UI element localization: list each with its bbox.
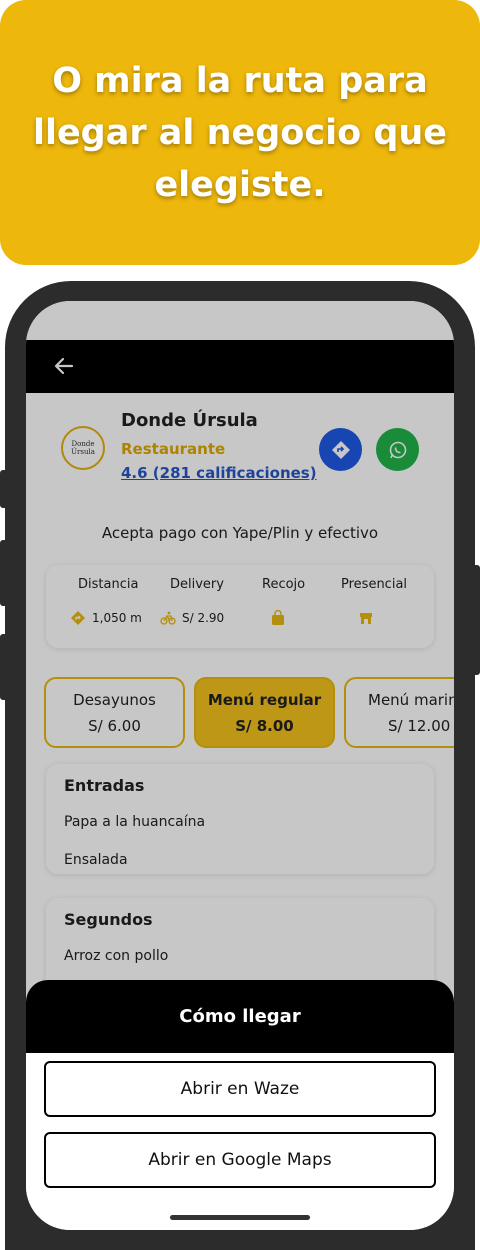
phone-side-button	[0, 634, 8, 700]
open-google-maps-button[interactable]: Abrir en Google Maps	[44, 1132, 436, 1188]
phone-side-button	[472, 565, 480, 675]
sheet-title: Cómo llegar	[26, 980, 454, 1053]
phone-side-button	[0, 470, 8, 508]
banner-text: O mira la ruta para llegar al negocio qu…	[32, 60, 448, 205]
home-indicator	[170, 1215, 310, 1220]
open-waze-button[interactable]: Abrir en Waze	[44, 1061, 436, 1117]
phone-screen: Donde Úrsula Donde Úrsula Restaurante 4.…	[26, 301, 454, 1230]
phone-side-button	[0, 540, 8, 606]
promo-banner: O mira la ruta para llegar al negocio qu…	[0, 0, 480, 265]
directions-bottom-sheet: Cómo llegar Abrir en Waze Abrir en Googl…	[26, 980, 454, 1230]
